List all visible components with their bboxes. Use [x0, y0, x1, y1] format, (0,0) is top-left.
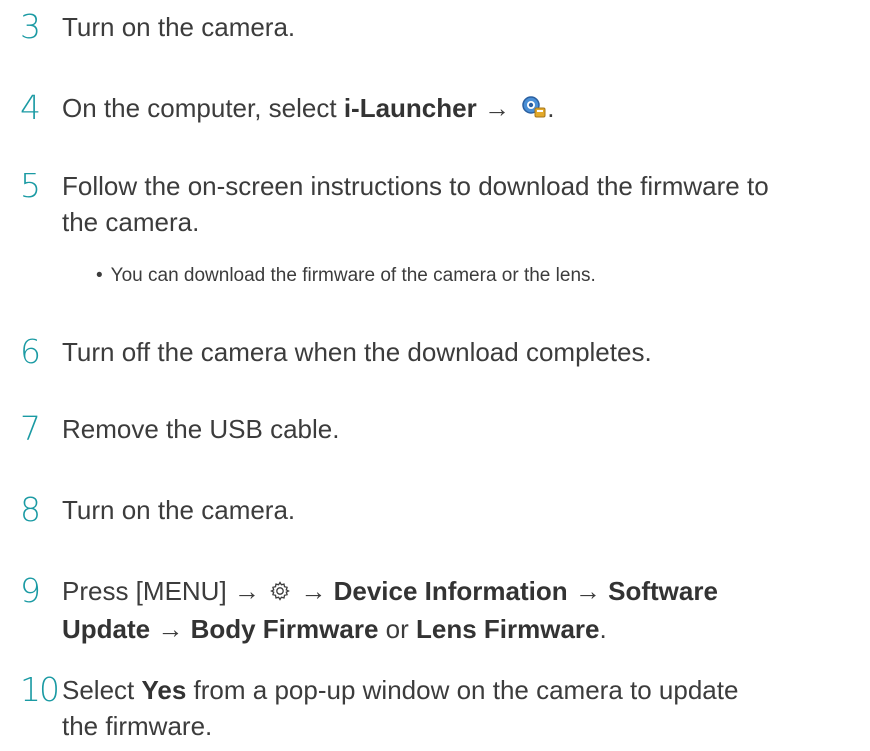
- yes-label: Yes: [141, 675, 187, 705]
- device-information-label: Device Information: [333, 576, 568, 606]
- body-firmware-label: Body Firmware: [190, 614, 379, 644]
- step-number: 9: [20, 571, 41, 610]
- bullet-dot-icon: •: [96, 265, 103, 286]
- arrow: →: [150, 614, 191, 644]
- step-text: Turn on the camera.: [62, 495, 296, 525]
- step-5: 5 Follow the on-screen instructions to d…: [20, 168, 860, 240]
- step-number: 5: [20, 166, 41, 205]
- step-8: 8 Turn on the camera.: [20, 492, 860, 528]
- arrow: →: [567, 576, 609, 606]
- step-6: 6 Turn off the camera when the download …: [20, 334, 860, 370]
- step-text: Turn on the camera.: [62, 12, 296, 42]
- step-text-suffix: .: [547, 93, 555, 123]
- period: .: [599, 614, 607, 644]
- step-text-line2: the camera.: [62, 207, 200, 237]
- step-number: 7: [20, 409, 41, 448]
- arrow: →: [293, 576, 334, 606]
- i-launcher-icon: [521, 92, 547, 128]
- step-text: Follow the on-screen instructions to dow…: [62, 168, 769, 240]
- step-number: 10: [20, 670, 60, 709]
- step-10: 10 Select Yes from a pop-up window on th…: [20, 672, 860, 744]
- step-text: Remove the USB cable.: [62, 414, 340, 444]
- or-text: or: [378, 614, 416, 644]
- step-3: 3 Turn on the camera.: [20, 9, 860, 45]
- step-9: 9 Press [MENU] → → Device Information → …: [20, 573, 860, 647]
- step-text-line1: Follow the on-screen instructions to dow…: [62, 171, 769, 201]
- step-text: On the computer, select i-Launcher → .: [62, 90, 554, 128]
- i-launcher-label: i-Launcher: [343, 93, 477, 123]
- gear-icon: [269, 575, 291, 611]
- step-number: 4: [20, 88, 41, 127]
- step-7: 7 Remove the USB cable.: [20, 411, 860, 447]
- step-text-rest: from a pop-up window on the camera to up…: [186, 675, 739, 705]
- step-text: Press [MENU] → → Device Information → So…: [62, 573, 718, 647]
- software-label: Software: [608, 576, 718, 606]
- select-text: Select: [62, 675, 142, 705]
- step-number: 3: [20, 7, 41, 46]
- bullet-item: • You can download the firmware of the ca…: [96, 264, 596, 288]
- update-label: Update: [62, 614, 151, 644]
- step-number: 8: [20, 490, 41, 529]
- step-text-line2: the firmware.: [62, 711, 213, 741]
- press-menu: Press [MENU] →: [62, 576, 268, 606]
- step-text-prefix: On the computer, select: [62, 93, 344, 123]
- step-text: Select Yes from a pop-up window on the c…: [62, 672, 738, 744]
- lens-firmware-label: Lens Firmware: [415, 614, 600, 644]
- bullet-text: You can download the firmware of the cam…: [110, 265, 596, 286]
- arrow: →: [476, 93, 518, 123]
- step-4: 4 On the computer, select i-Launcher → .: [20, 90, 860, 128]
- step-number: 6: [20, 332, 41, 371]
- step-text: Turn off the camera when the download co…: [62, 337, 652, 367]
